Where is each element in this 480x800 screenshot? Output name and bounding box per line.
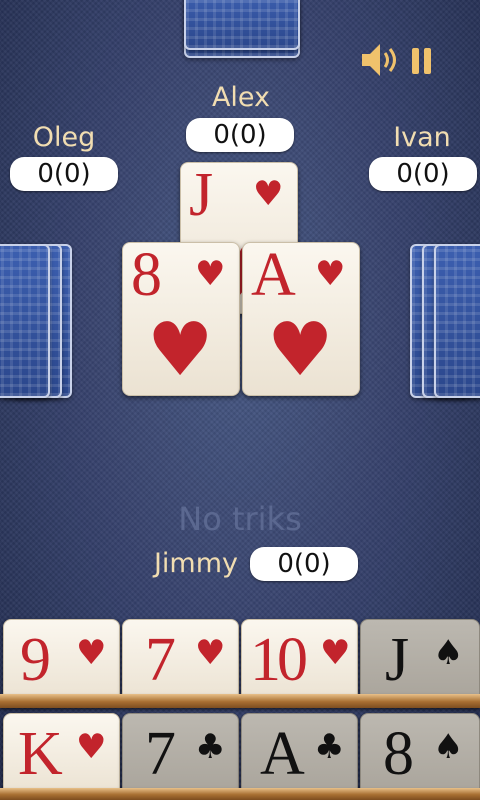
player-score-left: 0(0) bbox=[10, 157, 118, 191]
card-rank: 8 bbox=[131, 242, 162, 309]
card-rank: 7 bbox=[145, 626, 176, 694]
heart-icon: ♥ bbox=[147, 307, 214, 393]
club-icon: ♣ bbox=[314, 727, 345, 767]
heart-icon: ♥ bbox=[195, 633, 226, 673]
heart-icon: ♥ bbox=[76, 633, 107, 673]
card-rank: 8 bbox=[383, 720, 414, 788]
spade-icon: ♠ bbox=[433, 727, 464, 767]
player-score-right: 0(0) bbox=[369, 157, 477, 191]
right-player-card-back bbox=[434, 244, 480, 398]
pause-icon[interactable] bbox=[410, 46, 434, 76]
player-name-right: Ivan bbox=[393, 122, 451, 153]
card-rank: 10 bbox=[250, 626, 308, 694]
spade-icon: ♠ bbox=[433, 633, 464, 673]
hand-shelf-bottom bbox=[0, 788, 480, 800]
table-card-eight-hearts: 8 ♥ ♥ bbox=[122, 242, 240, 396]
heart-icon: ♥ bbox=[320, 633, 351, 673]
trick-status-text: No triks bbox=[178, 500, 302, 538]
hand-card-10-hearts[interactable]: 10 ♥ bbox=[241, 619, 358, 703]
heart-icon: ♥ bbox=[267, 307, 334, 393]
left-player-card-back bbox=[0, 244, 50, 398]
hand-shelf-top bbox=[0, 694, 480, 708]
club-icon: ♣ bbox=[195, 727, 226, 767]
card-rank: J bbox=[385, 626, 410, 694]
player-score-bottom: 0(0) bbox=[250, 547, 358, 581]
heart-icon: ♥ bbox=[253, 174, 284, 214]
heart-icon: ♥ bbox=[315, 254, 346, 294]
hand-card-ace-clubs[interactable]: A ♣ bbox=[241, 713, 358, 797]
speaker-icon[interactable] bbox=[358, 40, 398, 80]
table-card-ace-hearts: A ♥ ♥ bbox=[242, 242, 360, 396]
top-player-card-back bbox=[184, 0, 300, 50]
card-rank: A bbox=[251, 242, 296, 309]
heart-icon: ♥ bbox=[195, 254, 226, 294]
hand-card-7-hearts[interactable]: 7 ♥ bbox=[122, 619, 239, 703]
card-rank: K bbox=[18, 720, 63, 788]
player-score-top: 0(0) bbox=[186, 118, 294, 152]
hand-card-king-hearts[interactable]: K ♥ bbox=[3, 713, 120, 797]
card-rank: A bbox=[260, 720, 305, 788]
hand-card-7-clubs[interactable]: 7 ♣ bbox=[122, 713, 239, 797]
player-name-top: Alex bbox=[211, 82, 271, 113]
heart-icon: ♥ bbox=[76, 727, 107, 767]
player-name-left: Oleg bbox=[32, 122, 96, 153]
card-rank: J bbox=[189, 162, 214, 229]
hand-card-8-spades[interactable]: 8 ♠ bbox=[360, 713, 480, 797]
card-rank: 9 bbox=[20, 626, 51, 694]
hand-card-jack-spades[interactable]: J ♠ bbox=[360, 619, 480, 703]
player-name-bottom: Jimmy bbox=[153, 548, 239, 579]
card-rank: 7 bbox=[145, 720, 176, 788]
hand-card-9-hearts[interactable]: 9 ♥ bbox=[3, 619, 120, 703]
